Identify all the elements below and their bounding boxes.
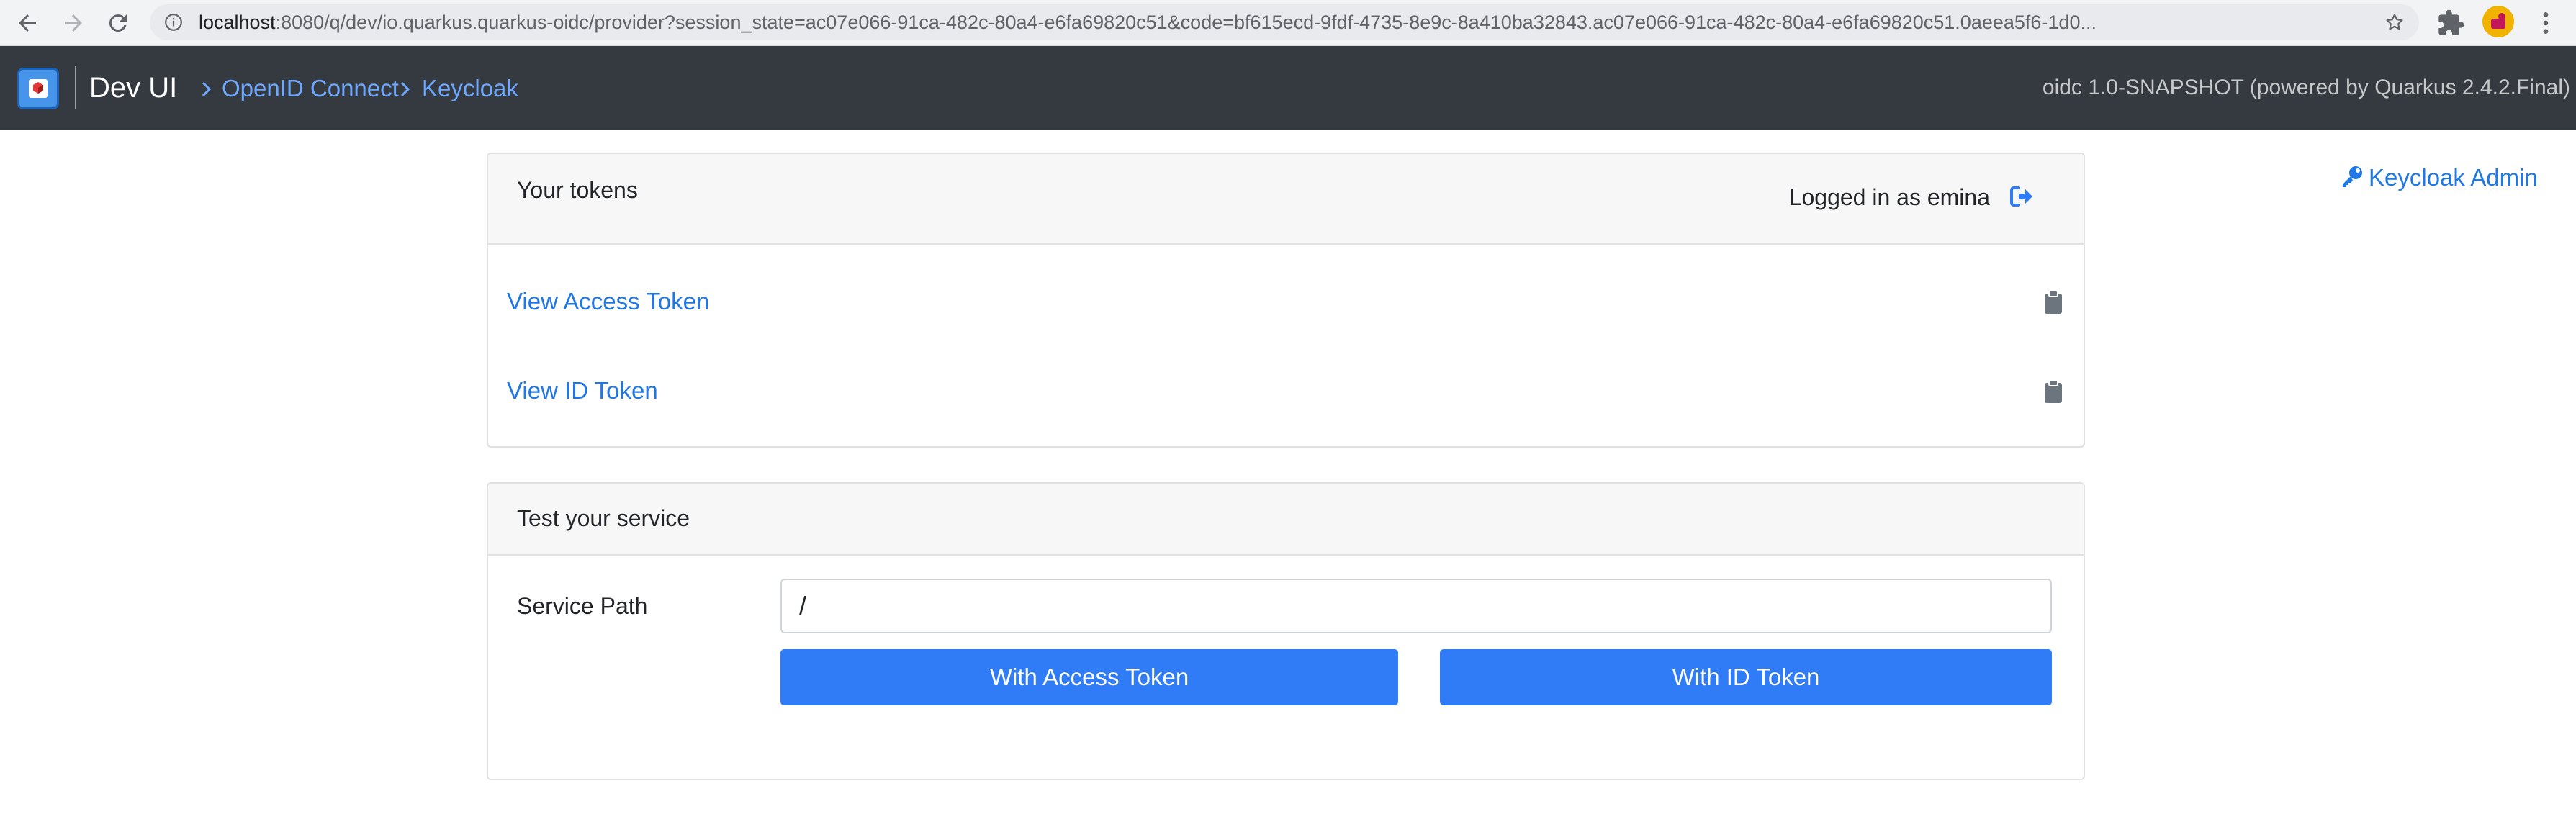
service-path-input[interactable] — [780, 579, 2052, 633]
back-arrow-icon[interactable] — [14, 10, 40, 36]
chevron-right-icon — [397, 79, 413, 99]
keycloak-admin-label: Keycloak Admin — [2369, 164, 2538, 191]
profile-avatar[interactable] — [2482, 6, 2514, 37]
version-info: oidc 1.0-SNAPSHOT (powered by Quarkus 2.… — [2042, 76, 2570, 99]
with-id-token-button[interactable]: With ID Token — [1440, 649, 2052, 705]
tokens-card-title: Your tokens — [517, 177, 638, 203]
tokens-card-header: Your tokens Logged in as emina — [488, 154, 2084, 245]
keycloak-admin-link[interactable]: Keycloak Admin — [2340, 164, 2538, 191]
test-service-card-header: Test your service — [488, 484, 2084, 556]
clipboard-icon[interactable] — [2043, 289, 2063, 315]
breadcrumb-openid-connect[interactable]: OpenID Connect — [222, 46, 399, 130]
tokens-card: Your tokens Logged in as emina View Acce… — [487, 153, 2085, 448]
extensions-puzzle-icon[interactable] — [2436, 9, 2465, 37]
url-text[interactable]: localhost:8080/q/dev/io.quarkus.quarkus-… — [199, 4, 2359, 40]
test-service-card: Test your service Service Path With Acce… — [487, 482, 2085, 780]
view-id-token-link[interactable]: View ID Token — [507, 377, 658, 404]
quarkus-logo-icon[interactable] — [17, 68, 59, 109]
chevron-right-icon — [199, 79, 215, 99]
url-path: :8080/q/dev/io.quarkus.quarkus-oidc/prov… — [275, 12, 2097, 33]
forward-arrow-icon[interactable] — [60, 10, 86, 36]
key-icon — [2340, 164, 2364, 189]
app-title[interactable]: Dev UI — [89, 46, 177, 130]
sign-out-icon[interactable] — [2009, 184, 2035, 209]
service-path-label: Service Path — [517, 593, 648, 619]
browser-toolbar: localhost:8080/q/dev/io.quarkus.quarkus-… — [0, 0, 2576, 46]
logo-divider — [75, 66, 76, 109]
bookmark-star-icon[interactable] — [2384, 12, 2405, 32]
dev-ui-navbar: Dev UI OpenID Connect Keycloak oidc 1.0-… — [0, 46, 2576, 130]
test-service-card-title: Test your service — [517, 505, 690, 531]
clipboard-icon[interactable] — [2043, 379, 2063, 404]
url-host: localhost — [199, 12, 276, 33]
browser-menu-icon[interactable] — [2531, 9, 2560, 37]
site-info-icon[interactable] — [164, 13, 183, 32]
view-access-token-link[interactable]: View Access Token — [507, 288, 709, 315]
address-bar[interactable]: localhost:8080/q/dev/io.quarkus.quarkus-… — [150, 4, 2419, 40]
with-access-token-button[interactable]: With Access Token — [780, 649, 1398, 705]
reload-icon[interactable] — [105, 10, 131, 36]
breadcrumb-keycloak[interactable]: Keycloak — [422, 46, 518, 130]
logged-in-label: Logged in as emina — [1788, 184, 1990, 210]
